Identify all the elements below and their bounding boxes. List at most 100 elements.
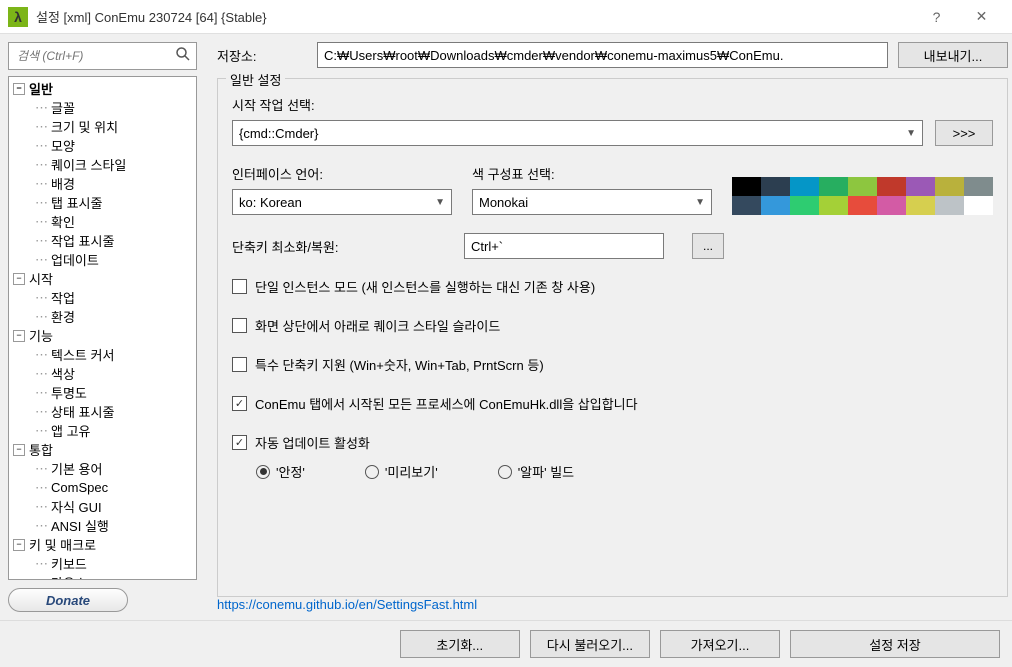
inject-hook-checkbox[interactable]: ConEmu 탭에서 시작된 모든 프로세스에 ConEmuHk.dll을 삽입… [232, 394, 993, 413]
color-swatch[interactable] [848, 177, 877, 196]
radio-preview[interactable]: '미리보기' [365, 462, 438, 481]
auto-update-label: 자동 업데이트 활성화 [255, 433, 370, 452]
language-value: ko: Korean [239, 195, 302, 210]
auto-update-checkbox[interactable]: 자동 업데이트 활성화 [232, 433, 993, 452]
tree-child[interactable]: ⋯ComSpec [9, 478, 196, 497]
inject-hook-label: ConEmu 탭에서 시작된 모든 프로세스에 ConEmuHk.dll을 삽입… [255, 394, 638, 413]
tree-node[interactable]: −일반 [9, 79, 196, 98]
tree-child[interactable]: ⋯확인 [9, 212, 196, 231]
tree-child[interactable]: ⋯텍스트 커서 [9, 345, 196, 364]
chevron-down-icon: ▼ [695, 197, 705, 208]
save-button[interactable]: 설정 저장 [790, 630, 1000, 658]
tree-child[interactable]: ⋯업데이트 [9, 250, 196, 269]
right-panel: 저장소: C:₩Users₩root₩Downloads₩cmder₩vendo… [205, 34, 1012, 620]
window-title: 설정 [xml] ConEmu 230724 [64] {Stable} [36, 7, 914, 26]
storage-label: 저장소: [217, 46, 307, 65]
tree-child[interactable]: ⋯ANSI 실행 [9, 516, 196, 535]
tree-child[interactable]: ⋯앱 고유 [9, 421, 196, 440]
color-swatch[interactable] [819, 177, 848, 196]
color-swatch[interactable] [819, 196, 848, 215]
tree-node[interactable]: −기능 [9, 326, 196, 345]
tree-child[interactable]: ⋯퀘이크 스타일 [9, 155, 196, 174]
startup-task-value: {cmd::Cmder} [239, 126, 318, 141]
tree-toggle-icon[interactable]: − [13, 539, 25, 551]
language-combo[interactable]: ko: Korean ▼ [232, 189, 452, 215]
color-swatch[interactable] [964, 196, 993, 215]
tree-toggle-icon[interactable]: − [13, 330, 25, 342]
tree-child[interactable]: ⋯기본 용어 [9, 459, 196, 478]
search-icon [174, 45, 192, 68]
tree-child[interactable]: ⋯모양 [9, 136, 196, 155]
tree-node[interactable]: −키 및 매크로 [9, 535, 196, 554]
tree-child[interactable]: ⋯상태 표시줄 [9, 402, 196, 421]
color-swatch[interactable] [790, 196, 819, 215]
single-instance-checkbox[interactable]: 단일 인스턴스 모드 (새 인스턴스를 실행하는 대신 기존 창 사용) [232, 277, 993, 296]
special-hotkeys-label: 특수 단축키 지원 (Win+숫자, Win+Tab, PrntScrn 등) [255, 355, 544, 374]
bottom-bar: 초기화... 다시 불러오기... 가져오기... 설정 저장 [0, 620, 1012, 667]
scheme-combo[interactable]: Monokai ▼ [472, 189, 712, 215]
color-swatch[interactable] [732, 177, 761, 196]
tree-child[interactable]: ⋯환경 [9, 307, 196, 326]
tree-child[interactable]: ⋯크기 및 위치 [9, 117, 196, 136]
tree-node[interactable]: −통합 [9, 440, 196, 459]
color-swatch[interactable] [761, 196, 790, 215]
general-group: 일반 설정 시작 작업 선택: {cmd::Cmder} ▼ >>> 인터페이스… [217, 78, 1008, 597]
tree-child[interactable]: ⋯작업 [9, 288, 196, 307]
color-palette [732, 177, 993, 215]
donate-button[interactable]: Donate [8, 588, 128, 612]
color-swatch[interactable] [906, 196, 935, 215]
close-button[interactable]: ✕ [959, 2, 1004, 32]
storage-path-input[interactable]: C:₩Users₩root₩Downloads₩cmder₩vendor₩con… [317, 42, 888, 68]
color-swatch[interactable] [877, 196, 906, 215]
help-link[interactable]: https://conemu.github.io/en/SettingsFast… [217, 597, 1008, 612]
tree-child[interactable]: ⋯마우스 [9, 573, 196, 580]
help-button[interactable]: ? [914, 2, 959, 32]
hotkey-input[interactable] [464, 233, 664, 259]
scheme-value: Monokai [479, 195, 528, 210]
special-hotkeys-checkbox[interactable]: 특수 단축키 지원 (Win+숫자, Win+Tab, PrntScrn 등) [232, 355, 993, 374]
chevron-down-icon: ▼ [435, 197, 445, 208]
color-swatch[interactable] [732, 196, 761, 215]
radio-stable[interactable]: '안정' [256, 462, 305, 481]
tree-child[interactable]: ⋯색상 [9, 364, 196, 383]
group-title: 일반 설정 [226, 70, 285, 89]
color-swatch[interactable] [935, 177, 964, 196]
tree-child[interactable]: ⋯투명도 [9, 383, 196, 402]
radio-alpha[interactable]: '알파' 빌드 [498, 462, 574, 481]
quake-slide-checkbox[interactable]: 화면 상단에서 아래로 퀘이크 스타일 슬라이드 [232, 316, 993, 335]
tree-child[interactable]: ⋯탭 표시줄 [9, 193, 196, 212]
color-swatch[interactable] [964, 177, 993, 196]
app-icon: λ [8, 7, 28, 27]
reload-button[interactable]: 다시 불러오기... [530, 630, 650, 658]
reset-button[interactable]: 초기화... [400, 630, 520, 658]
export-button[interactable]: 내보내기... [898, 42, 1008, 68]
settings-tree[interactable]: −일반⋯글꼴⋯크기 및 위치⋯모양⋯퀘이크 스타일⋯배경⋯탭 표시줄⋯확인⋯작업… [8, 76, 197, 580]
tree-toggle-icon[interactable]: − [13, 273, 25, 285]
tree-child[interactable]: ⋯키보드 [9, 554, 196, 573]
search-box[interactable] [8, 42, 197, 70]
language-label: 인터페이스 언어: [232, 164, 452, 183]
hotkey-browse-button[interactable]: ... [692, 233, 724, 259]
tree-toggle-icon[interactable]: − [13, 83, 25, 95]
color-swatch[interactable] [877, 177, 906, 196]
tree-toggle-icon[interactable]: − [13, 444, 25, 456]
titlebar: λ 설정 [xml] ConEmu 230724 [64] {Stable} ?… [0, 0, 1012, 34]
color-swatch[interactable] [790, 177, 819, 196]
startup-task-combo[interactable]: {cmd::Cmder} ▼ [232, 120, 923, 146]
search-input[interactable] [17, 49, 174, 63]
tree-child[interactable]: ⋯배경 [9, 174, 196, 193]
tree-child[interactable]: ⋯작업 표시줄 [9, 231, 196, 250]
tree-child[interactable]: ⋯글꼴 [9, 98, 196, 117]
color-swatch[interactable] [761, 177, 790, 196]
color-swatch[interactable] [848, 196, 877, 215]
chevron-down-icon: ▼ [906, 128, 916, 139]
color-swatch[interactable] [935, 196, 964, 215]
quake-slide-label: 화면 상단에서 아래로 퀘이크 스타일 슬라이드 [255, 316, 500, 335]
tree-child[interactable]: ⋯자식 GUI [9, 497, 196, 516]
scheme-label: 색 구성표 선택: [472, 164, 712, 183]
startup-label: 시작 작업 선택: [232, 95, 993, 114]
more-button[interactable]: >>> [935, 120, 993, 146]
import-button[interactable]: 가져오기... [660, 630, 780, 658]
color-swatch[interactable] [906, 177, 935, 196]
tree-node[interactable]: −시작 [9, 269, 196, 288]
